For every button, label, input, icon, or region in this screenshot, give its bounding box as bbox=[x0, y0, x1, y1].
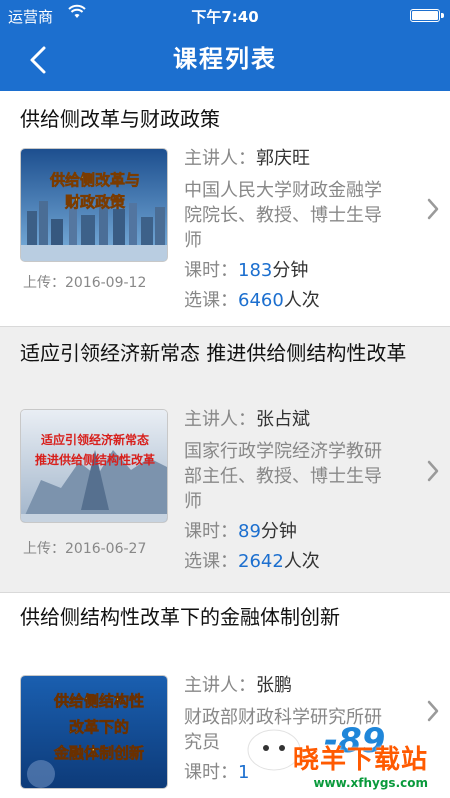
upload-label: 上传： bbox=[23, 541, 65, 557]
lecturer-label: 主讲人： bbox=[184, 148, 256, 169]
status-time: 下午7:40 bbox=[191, 8, 259, 26]
enroll-value: 2642 bbox=[238, 551, 284, 572]
course-list: 供给侧改革与财政政策 供给侧改革与 财政政策 上传：2016-09-12 主讲人… bbox=[0, 91, 450, 798]
back-button[interactable] bbox=[20, 40, 60, 80]
status-bar: 运营商 下午7:40 bbox=[0, 0, 450, 30]
hours-unit: 分钟 bbox=[272, 260, 309, 281]
upload-date-value: 2016-06-27 bbox=[65, 541, 147, 557]
course-thumbnail: 适应引领经济新常态 推进供给侧结构性改革 bbox=[20, 409, 168, 523]
course-info: 主讲人：郭庆旺 中国人民大学财政金融学 院院长、教授、博士生导 师 课时：183… bbox=[184, 146, 424, 313]
hours-value: 89 bbox=[238, 521, 261, 542]
app-header: 运营商 下午7:40 课程列表 bbox=[0, 0, 450, 91]
thumbnail-caption: 金融体制创新 bbox=[53, 744, 144, 762]
enroll-unit: 人次 bbox=[283, 290, 320, 311]
hours-label: 课时： bbox=[184, 521, 238, 542]
course-thumbnail: 供给侧结构性 改革下的 金融体制创新 bbox=[20, 675, 168, 789]
lecturer-name: 张占斌 bbox=[256, 409, 310, 430]
nav-bar: 课程列表 bbox=[0, 30, 450, 91]
lecturer-name: 张鹏 bbox=[256, 675, 292, 696]
affiliation-line: 中国人民大学财政金融学 bbox=[184, 180, 382, 201]
affiliation-line: 国家行政学院经济学教研 bbox=[184, 441, 382, 462]
lecturer-label: 主讲人： bbox=[184, 675, 256, 696]
enroll-row: 选课：2642人次 bbox=[184, 549, 424, 574]
course-item[interactable]: 适应引领经济新常态 推进供给侧结构性改革 适应引领经济新常态 推进供给侧结构性改… bbox=[0, 327, 450, 593]
thumbnail-caption: 供给侧结构性 bbox=[53, 692, 144, 710]
hours-row: 课时：183分钟 bbox=[184, 258, 424, 283]
course-item[interactable]: 供给侧改革与财政政策 供给侧改革与 财政政策 上传：2016-09-12 主讲人… bbox=[0, 91, 450, 327]
lecturer-affiliation: 国家行政学院经济学教研 部主任、教授、博士生导 师 bbox=[184, 439, 424, 514]
upload-date-value: 2016-09-12 bbox=[65, 275, 147, 291]
watermark-url: www.xfhygs.com bbox=[313, 776, 428, 790]
hours-unit: 分钟 bbox=[260, 521, 297, 542]
affiliation-line: 师 bbox=[184, 230, 202, 251]
upload-label: 上传： bbox=[23, 275, 65, 291]
enroll-value: 6460 bbox=[238, 290, 284, 311]
hours-label: 课时： bbox=[184, 762, 238, 783]
chevron-right-icon bbox=[426, 197, 440, 221]
hours-label: 课时： bbox=[184, 260, 238, 281]
enroll-label: 选课： bbox=[184, 551, 238, 572]
lecturer-row: 主讲人：张占斌 bbox=[184, 407, 424, 432]
watermark-logo: -89 晓羊下载站 www.xfhygs.com bbox=[234, 710, 446, 794]
lecturer-label: 主讲人： bbox=[184, 409, 256, 430]
lecturer-row: 主讲人：张鹏 bbox=[184, 673, 424, 698]
thumbnail-caption: 财政政策 bbox=[65, 193, 126, 211]
enroll-row: 选课：6460人次 bbox=[184, 288, 424, 313]
page-title: 课程列表 bbox=[173, 45, 277, 73]
thumbnail-caption: 适应引领经济新常态 bbox=[41, 432, 149, 447]
course-title: 供给侧改革与财政政策 bbox=[20, 107, 220, 131]
lecturer-affiliation: 中国人民大学财政金融学 院院长、教授、博士生导 师 bbox=[184, 178, 424, 253]
course-title: 供给侧结构性改革下的金融体制创新 bbox=[20, 605, 340, 629]
affiliation-line: 院院长、教授、博士生导 bbox=[184, 205, 382, 226]
hours-value: 183 bbox=[238, 260, 273, 281]
lecturer-row: 主讲人：郭庆旺 bbox=[184, 146, 424, 171]
affiliation-line: 部主任、教授、博士生导 bbox=[184, 466, 382, 487]
enroll-label: 选课： bbox=[184, 290, 238, 311]
lecturer-name: 郭庆旺 bbox=[256, 148, 310, 169]
course-thumbnail: 供给侧改革与 财政政策 bbox=[20, 148, 168, 262]
chevron-left-icon bbox=[30, 46, 46, 74]
chevron-right-icon bbox=[426, 459, 440, 483]
upload-date: 上传：2016-06-27 bbox=[23, 538, 146, 558]
watermark-brand: 晓羊下载站 bbox=[292, 745, 428, 775]
thumbnail-caption: 供给侧改革与 bbox=[49, 171, 140, 189]
thumbnail-caption: 推进供给侧结构性改革 bbox=[35, 452, 155, 467]
course-info: 主讲人：张占斌 国家行政学院经济学教研 部主任、教授、博士生导 师 课时：89分… bbox=[184, 407, 424, 574]
battery-icon bbox=[410, 9, 444, 22]
affiliation-line: 师 bbox=[184, 491, 202, 512]
thumbnail-caption: 改革下的 bbox=[69, 718, 129, 736]
upload-date: 上传：2016-09-12 bbox=[23, 272, 146, 292]
enroll-unit: 人次 bbox=[283, 551, 320, 572]
course-title: 适应引领经济新常态 推进供给侧结构性改革 bbox=[20, 341, 407, 365]
hours-row: 课时：89分钟 bbox=[184, 519, 424, 544]
